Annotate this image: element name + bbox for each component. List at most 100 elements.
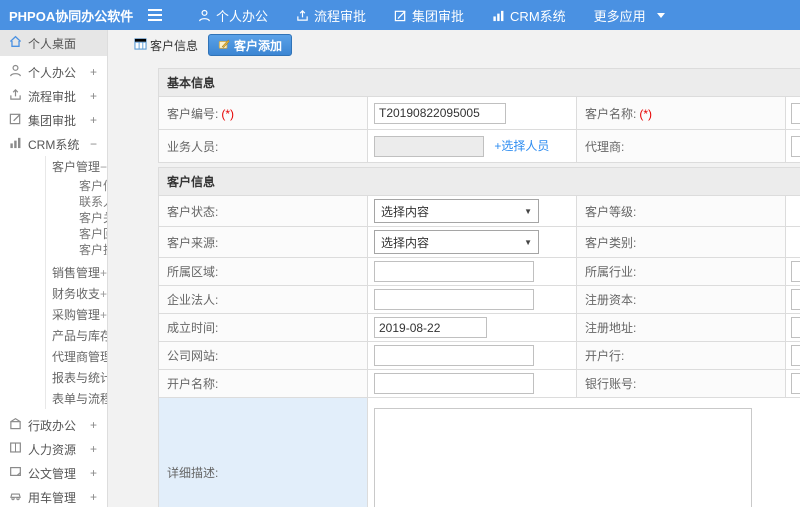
bank-input[interactable]: [791, 345, 800, 366]
sidebar-item-customer-info[interactable]: 客户信息: [46, 177, 107, 193]
hamburger-menu-icon[interactable]: [140, 9, 170, 21]
expand-plus-icon[interactable]: +: [100, 308, 107, 322]
nav-flow-approval[interactable]: 流程审批: [282, 0, 380, 30]
legal-person-input[interactable]: [374, 289, 534, 310]
region-input[interactable]: [374, 261, 534, 282]
label-customer-name: 客户名称: (*): [576, 96, 786, 130]
label-customer-no: 客户编号: (*): [158, 96, 368, 130]
expand-plus-icon[interactable]: +: [90, 466, 97, 480]
label-category: 客户类别:: [576, 226, 786, 258]
tab-customer-add[interactable]: 客户添加: [208, 34, 293, 56]
sidebar-item-reports[interactable]: 报表与统计: [46, 367, 107, 388]
table-grid-icon: [134, 37, 147, 53]
top-header: PHPOA协同办公软件 个人办公 流程审批 集团审批 CRM系统 更多应用: [0, 0, 800, 30]
status-select[interactable]: 选择内容 ▼: [374, 199, 539, 223]
sidebar-item-customer-complaint[interactable]: 客户投诉: [46, 241, 107, 257]
industry-input[interactable]: [791, 261, 800, 282]
customer-no-input[interactable]: [374, 102, 506, 124]
sidebar-item-flow-approval[interactable]: 流程审批 +: [0, 84, 107, 108]
sidebar-item-form-flow-settings[interactable]: 表单与流程设置 +: [46, 388, 107, 409]
sidebar-item-crm[interactable]: CRM系统 −: [0, 132, 107, 156]
founded-date-input[interactable]: [374, 317, 487, 338]
customer-add-form: 基本信息 客户编号:(*) 客户名称:(*) 业务人员: +选择人员 代理商:: [158, 68, 800, 507]
required-mark: (*): [639, 106, 653, 121]
sidebar-item-customer-mgmt[interactable]: 客户管理 −: [46, 156, 107, 177]
sidebar-item-contacts[interactable]: 联系人: [46, 193, 107, 209]
label-legal-person: 企业法人:: [158, 285, 368, 314]
nav-more-apps[interactable]: 更多应用: [580, 0, 679, 30]
app-logo: PHPOA协同办公软件: [9, 8, 134, 24]
expand-plus-icon[interactable]: +: [90, 490, 97, 504]
label-region: 所属区域:: [158, 257, 368, 286]
tab-customer-info[interactable]: 客户信息: [134, 37, 198, 54]
label-source: 客户来源:: [158, 226, 368, 258]
label-industry: 所属行业:: [576, 257, 786, 286]
expand-plus-icon[interactable]: +: [100, 287, 107, 301]
expand-plus-icon[interactable]: +: [90, 442, 97, 456]
sidebar-item-admin-office[interactable]: 行政办公 +: [0, 413, 107, 437]
bank-account-input[interactable]: [791, 373, 800, 394]
flow-approve-icon: [9, 88, 22, 104]
agent-input[interactable]: [791, 135, 800, 157]
select-caret-icon: ▼: [524, 237, 532, 247]
sidebar-item-group-approval[interactable]: 集团审批 +: [0, 108, 107, 132]
sidebar-item-product-stock[interactable]: 产品与库存 +: [46, 325, 107, 346]
salesperson-input[interactable]: [374, 135, 484, 157]
sidebar-item-desktop[interactable]: 个人桌面: [0, 30, 107, 56]
edit-square-icon: [394, 9, 407, 22]
expand-plus-icon[interactable]: +: [100, 266, 107, 280]
customer-name-input[interactable]: [791, 102, 800, 124]
crm-submenu: 客户管理 − 客户信息 联系人 客户关怀 客户回访 客户投诉 销售管理 + 财务…: [45, 156, 107, 409]
sidebar-item-document-mgmt[interactable]: 公文管理 +: [0, 461, 107, 485]
label-founded-date: 成立时间:: [158, 313, 368, 342]
select-caret-icon: ▼: [524, 206, 532, 216]
expand-plus-icon[interactable]: +: [90, 89, 97, 103]
sidebar-item-finance[interactable]: 财务收支 +: [46, 283, 107, 304]
collapse-minus-icon[interactable]: −: [100, 160, 107, 174]
sidebar-item-customer-care[interactable]: 客户关怀: [46, 209, 107, 225]
bar-chart-icon: [492, 9, 505, 22]
reg-capital-input[interactable]: [791, 289, 800, 310]
home-icon: [9, 35, 22, 51]
sidebar-item-purchase-mgmt[interactable]: 采购管理 +: [46, 304, 107, 325]
website-input[interactable]: [374, 345, 534, 366]
building-icon: [9, 417, 22, 433]
header-nav: 个人办公 流程审批 集团审批 CRM系统 更多应用: [184, 0, 679, 30]
label-bank-account: 银行账号:: [576, 369, 786, 398]
label-account-name: 开户名称:: [158, 369, 368, 398]
sidebar-item-personal-office[interactable]: 个人办公 +: [0, 60, 107, 84]
edit-square-icon: [9, 112, 22, 128]
collapse-minus-icon[interactable]: −: [90, 137, 97, 151]
nav-personal-office[interactable]: 个人办公: [184, 0, 282, 30]
expand-plus-icon[interactable]: +: [90, 113, 97, 127]
sidebar-item-customer-visit[interactable]: 客户回访: [46, 225, 107, 241]
customer-info-table: 客户信息 客户状态: 选择内容 ▼ 客户等级: 客户来源: 选择内容 ▼ 客户类…: [158, 167, 800, 507]
required-mark: (*): [221, 106, 235, 121]
description-textarea[interactable]: [374, 408, 752, 507]
sidebar-item-sales-mgmt[interactable]: 销售管理 +: [46, 262, 107, 283]
user-icon: [9, 64, 22, 80]
reg-address-input[interactable]: [791, 317, 800, 338]
nav-crm-system[interactable]: CRM系统: [478, 0, 580, 30]
sidebar-item-agent-mgmt[interactable]: 代理商管理 +: [46, 346, 107, 367]
sidebar-item-hr[interactable]: 人力资源 +: [0, 437, 107, 461]
section-title-basic: 基本信息: [158, 68, 800, 97]
sidebar: 个人桌面 个人办公 + 流程审批 + 集团审批 + CRM系统 − 客户管理 −…: [0, 30, 108, 507]
label-status: 客户状态:: [158, 195, 368, 227]
section-title-customer: 客户信息: [158, 167, 800, 196]
expand-plus-icon[interactable]: +: [90, 418, 97, 432]
nav-group-approval[interactable]: 集团审批: [380, 0, 478, 30]
caret-down-icon: [656, 12, 665, 18]
account-name-input[interactable]: [374, 373, 534, 394]
sidebar-item-vehicle-mgmt[interactable]: 用车管理 +: [0, 485, 107, 507]
book-icon: [9, 441, 22, 457]
label-description: 详细描述:: [158, 397, 368, 507]
flow-approve-icon: [296, 9, 309, 22]
pencil-add-icon: [218, 38, 230, 53]
label-reg-address: 注册地址:: [576, 313, 786, 342]
expand-plus-icon[interactable]: +: [90, 65, 97, 79]
select-personnel-link[interactable]: +选择人员: [494, 139, 549, 153]
source-select[interactable]: 选择内容 ▼: [374, 230, 539, 254]
label-website: 公司网站:: [158, 341, 368, 370]
label-salesperson: 业务人员:: [158, 129, 368, 163]
